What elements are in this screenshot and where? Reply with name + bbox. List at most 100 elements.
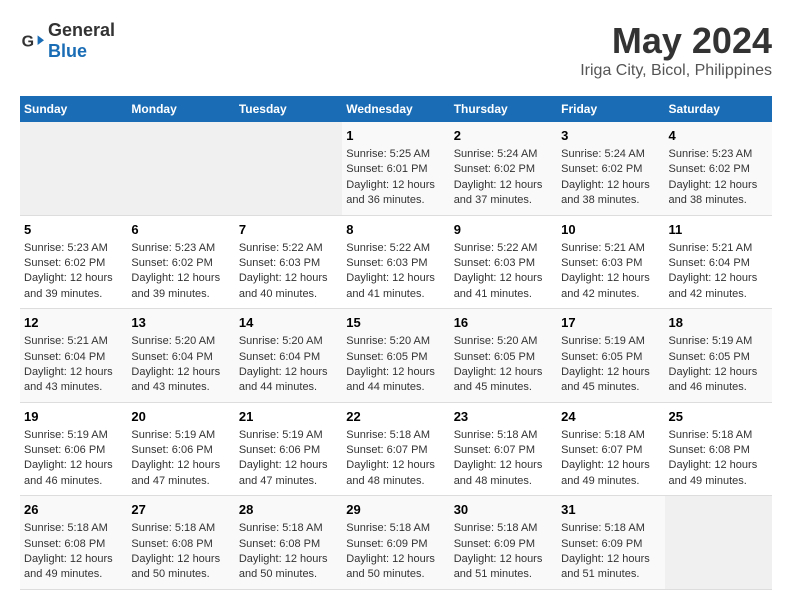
daylight-minutes: and 43 minutes. [24, 381, 102, 393]
week-row-3: 12 Sunrise: 5:21 AM Sunset: 6:04 PM Dayl… [20, 309, 772, 403]
daylight-label: Daylight: 12 hours [24, 459, 113, 471]
daylight-minutes: and 50 minutes. [239, 568, 317, 580]
calendar-cell: 26 Sunrise: 5:18 AM Sunset: 6:08 PM Dayl… [20, 496, 127, 590]
daylight-minutes: and 49 minutes. [561, 475, 639, 487]
sunset-label: Sunset: 6:03 PM [454, 257, 535, 269]
sunrise-label: Sunrise: 5:20 AM [346, 335, 430, 347]
daylight-label: Daylight: 12 hours [454, 179, 543, 191]
daylight-minutes: and 44 minutes. [239, 381, 317, 393]
calendar-cell: 18 Sunrise: 5:19 AM Sunset: 6:05 PM Dayl… [665, 309, 772, 403]
day-number: 2 [454, 128, 553, 143]
daylight-minutes: and 36 minutes. [346, 194, 424, 206]
day-number: 27 [131, 502, 230, 517]
day-info: Sunrise: 5:23 AM Sunset: 6:02 PM Dayligh… [669, 147, 768, 209]
week-row-1: 1 Sunrise: 5:25 AM Sunset: 6:01 PM Dayli… [20, 122, 772, 215]
day-info: Sunrise: 5:19 AM Sunset: 6:06 PM Dayligh… [131, 428, 230, 490]
daylight-minutes: and 48 minutes. [346, 475, 424, 487]
daylight-label: Daylight: 12 hours [239, 366, 328, 378]
sunset-label: Sunset: 6:02 PM [669, 163, 750, 175]
calendar-cell: 19 Sunrise: 5:19 AM Sunset: 6:06 PM Dayl… [20, 402, 127, 496]
header-tuesday: Tuesday [235, 96, 342, 122]
day-number: 31 [561, 502, 660, 517]
sunrise-label: Sunrise: 5:25 AM [346, 148, 430, 160]
day-number: 3 [561, 128, 660, 143]
calendar-cell: 24 Sunrise: 5:18 AM Sunset: 6:07 PM Dayl… [557, 402, 664, 496]
header-saturday: Saturday [665, 96, 772, 122]
header-thursday: Thursday [450, 96, 557, 122]
daylight-minutes: and 46 minutes. [24, 475, 102, 487]
daylight-minutes: and 44 minutes. [346, 381, 424, 393]
sunrise-label: Sunrise: 5:19 AM [131, 429, 215, 441]
day-number: 20 [131, 409, 230, 424]
sunset-label: Sunset: 6:03 PM [239, 257, 320, 269]
day-info: Sunrise: 5:25 AM Sunset: 6:01 PM Dayligh… [346, 147, 445, 209]
sunrise-label: Sunrise: 5:19 AM [239, 429, 323, 441]
day-number: 22 [346, 409, 445, 424]
sunset-label: Sunset: 6:06 PM [131, 444, 212, 456]
daylight-label: Daylight: 12 hours [561, 553, 650, 565]
day-info: Sunrise: 5:22 AM Sunset: 6:03 PM Dayligh… [346, 241, 445, 303]
daylight-label: Daylight: 12 hours [131, 459, 220, 471]
calendar-cell: 29 Sunrise: 5:18 AM Sunset: 6:09 PM Dayl… [342, 496, 449, 590]
sunset-label: Sunset: 6:08 PM [669, 444, 750, 456]
sunrise-label: Sunrise: 5:19 AM [669, 335, 753, 347]
calendar-cell: 13 Sunrise: 5:20 AM Sunset: 6:04 PM Dayl… [127, 309, 234, 403]
calendar-cell: 10 Sunrise: 5:21 AM Sunset: 6:03 PM Dayl… [557, 215, 664, 309]
sunset-label: Sunset: 6:07 PM [454, 444, 535, 456]
sunrise-label: Sunrise: 5:22 AM [454, 242, 538, 254]
daylight-label: Daylight: 12 hours [239, 459, 328, 471]
daylight-label: Daylight: 12 hours [24, 553, 113, 565]
calendar-cell: 11 Sunrise: 5:21 AM Sunset: 6:04 PM Dayl… [665, 215, 772, 309]
daylight-label: Daylight: 12 hours [561, 179, 650, 191]
day-info: Sunrise: 5:20 AM Sunset: 6:04 PM Dayligh… [131, 334, 230, 396]
calendar-cell: 25 Sunrise: 5:18 AM Sunset: 6:08 PM Dayl… [665, 402, 772, 496]
sunrise-label: Sunrise: 5:22 AM [346, 242, 430, 254]
sunrise-label: Sunrise: 5:23 AM [131, 242, 215, 254]
sunset-label: Sunset: 6:08 PM [131, 538, 212, 550]
svg-text:G: G [22, 34, 34, 51]
day-number: 17 [561, 315, 660, 330]
sunrise-label: Sunrise: 5:24 AM [561, 148, 645, 160]
calendar-cell: 3 Sunrise: 5:24 AM Sunset: 6:02 PM Dayli… [557, 122, 664, 215]
calendar-cell: 20 Sunrise: 5:19 AM Sunset: 6:06 PM Dayl… [127, 402, 234, 496]
calendar-cell [127, 122, 234, 215]
calendar-cell: 23 Sunrise: 5:18 AM Sunset: 6:07 PM Dayl… [450, 402, 557, 496]
calendar-cell [665, 496, 772, 590]
calendar-cell: 6 Sunrise: 5:23 AM Sunset: 6:02 PM Dayli… [127, 215, 234, 309]
week-row-4: 19 Sunrise: 5:19 AM Sunset: 6:06 PM Dayl… [20, 402, 772, 496]
day-info: Sunrise: 5:19 AM Sunset: 6:05 PM Dayligh… [561, 334, 660, 396]
daylight-label: Daylight: 12 hours [561, 272, 650, 284]
calendar-cell: 17 Sunrise: 5:19 AM Sunset: 6:05 PM Dayl… [557, 309, 664, 403]
daylight-label: Daylight: 12 hours [669, 366, 758, 378]
day-info: Sunrise: 5:18 AM Sunset: 6:08 PM Dayligh… [24, 521, 123, 583]
daylight-label: Daylight: 12 hours [239, 553, 328, 565]
day-number: 26 [24, 502, 123, 517]
daylight-label: Daylight: 12 hours [131, 553, 220, 565]
calendar-cell: 16 Sunrise: 5:20 AM Sunset: 6:05 PM Dayl… [450, 309, 557, 403]
day-number: 11 [669, 222, 768, 237]
daylight-label: Daylight: 12 hours [669, 179, 758, 191]
calendar-cell: 15 Sunrise: 5:20 AM Sunset: 6:05 PM Dayl… [342, 309, 449, 403]
daylight-minutes: and 51 minutes. [454, 568, 532, 580]
day-number: 28 [239, 502, 338, 517]
daylight-label: Daylight: 12 hours [131, 366, 220, 378]
sunset-label: Sunset: 6:04 PM [24, 351, 105, 363]
daylight-label: Daylight: 12 hours [454, 553, 543, 565]
daylight-minutes: and 38 minutes. [669, 194, 747, 206]
daylight-label: Daylight: 12 hours [24, 272, 113, 284]
day-info: Sunrise: 5:22 AM Sunset: 6:03 PM Dayligh… [454, 241, 553, 303]
sunrise-label: Sunrise: 5:18 AM [454, 429, 538, 441]
daylight-minutes: and 50 minutes. [131, 568, 209, 580]
day-number: 5 [24, 222, 123, 237]
daylight-minutes: and 45 minutes. [561, 381, 639, 393]
calendar-cell: 21 Sunrise: 5:19 AM Sunset: 6:06 PM Dayl… [235, 402, 342, 496]
sunrise-label: Sunrise: 5:20 AM [131, 335, 215, 347]
day-info: Sunrise: 5:22 AM Sunset: 6:03 PM Dayligh… [239, 241, 338, 303]
sunset-label: Sunset: 6:09 PM [561, 538, 642, 550]
logo: G General Blue [20, 20, 115, 62]
week-row-5: 26 Sunrise: 5:18 AM Sunset: 6:08 PM Dayl… [20, 496, 772, 590]
sunset-label: Sunset: 6:08 PM [239, 538, 320, 550]
daylight-label: Daylight: 12 hours [346, 459, 435, 471]
day-number: 12 [24, 315, 123, 330]
day-number: 19 [24, 409, 123, 424]
